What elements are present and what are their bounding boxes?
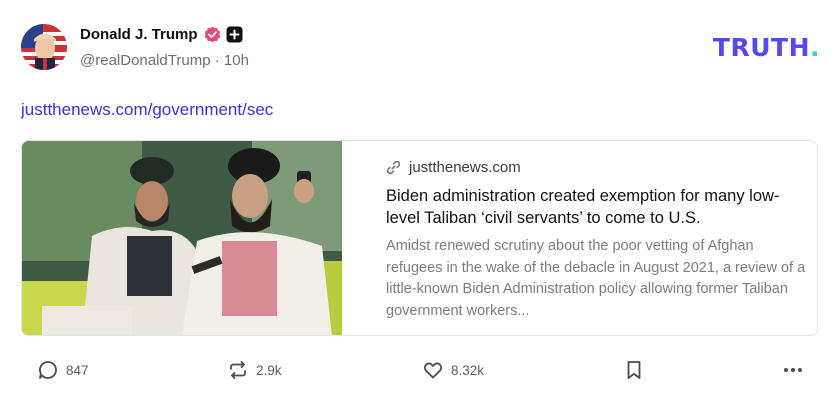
time-separator: ·: [210, 52, 224, 69]
post-link[interactable]: justthenews.com/government/sec: [21, 100, 273, 120]
reply-icon: [37, 359, 59, 381]
timestamp[interactable]: 10h: [224, 52, 249, 69]
post-header: Donald J. Trump @realDonaldTrump · 10h: [21, 24, 821, 74]
truth-logo[interactable]: TRUTH.: [713, 33, 820, 62]
card-body: justthenews.com Biden administration cre…: [386, 157, 806, 322]
display-name[interactable]: Donald J. Trump: [80, 26, 198, 43]
plus-badge-icon: [226, 26, 243, 43]
handle[interactable]: @realDonaldTrump: [80, 52, 211, 69]
bookmark-button[interactable]: [623, 355, 645, 385]
more-options-button[interactable]: [782, 355, 804, 385]
like-count: 8.32k: [451, 362, 485, 378]
verified-badge-icon: [204, 26, 221, 43]
more-icon: [782, 359, 804, 381]
retruth-icon: [227, 359, 249, 381]
link-preview-card[interactable]: justthenews.com Biden administration cre…: [21, 140, 818, 336]
link-icon: [386, 160, 401, 175]
card-title[interactable]: Biden administration created exemption f…: [386, 185, 806, 229]
logo-dot: .: [810, 33, 820, 62]
bookmark-icon: [623, 359, 645, 381]
card-description: Amidst renewed scrutiny about the poor v…: [386, 238, 806, 319]
retruth-count: 2.9k: [256, 362, 282, 378]
handle-row: @realDonaldTrump · 10h: [80, 52, 249, 69]
card-image[interactable]: [22, 141, 342, 335]
card-domain: justthenews.com: [409, 158, 521, 176]
retruth-button[interactable]: 2.9k: [227, 355, 282, 385]
card-domain-row: justthenews.com: [386, 157, 806, 177]
like-button[interactable]: 8.32k: [422, 355, 484, 385]
reply-count: 847: [66, 362, 89, 378]
like-icon: [422, 359, 444, 381]
name-row: Donald J. Trump: [80, 26, 243, 43]
avatar[interactable]: [21, 24, 67, 70]
reply-button[interactable]: 847: [37, 355, 89, 385]
logo-text: TRUTH: [712, 33, 810, 62]
action-bar: 847 2.9k 8.32k: [0, 355, 840, 385]
